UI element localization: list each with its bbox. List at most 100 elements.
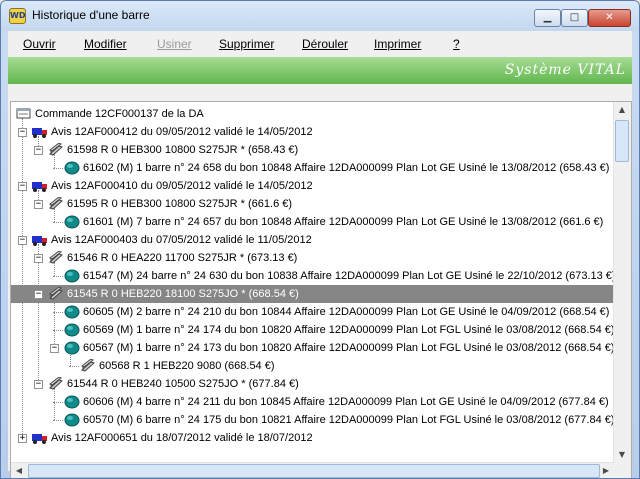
- tree-row-label: 60605 (M) 2 barre n° 24 210 du bon 10844…: [83, 306, 610, 318]
- collapse-icon[interactable]: −: [34, 146, 43, 155]
- collapse-icon[interactable]: −: [50, 344, 59, 353]
- tree-row[interactable]: 61602 (M) 1 barre n° 24 658 du bon 10848…: [11, 159, 615, 177]
- maximize-button[interactable]: □: [561, 9, 588, 27]
- beam-icon: [48, 142, 64, 157]
- brand-banner: Système VITAL: [8, 57, 632, 84]
- expand-icon[interactable]: +: [18, 434, 27, 443]
- tree-row-label: 60606 (M) 4 barre n° 24 211 du bon 10845…: [83, 396, 609, 408]
- tree-row[interactable]: 60570 (M) 6 barre n° 24 175 du bon 10821…: [11, 411, 615, 429]
- vertical-scrollbar[interactable]: ▲ ▼: [613, 102, 631, 463]
- menu-imprimer[interactable]: Imprimer: [374, 37, 421, 51]
- tree-row-label: 61601 (M) 7 barre n° 24 657 du bon 10848…: [83, 216, 604, 228]
- vertical-scroll-thumb[interactable]: [615, 120, 629, 162]
- tree-body: Commande 12CF000137 de la DA − Avis 12AF00…: [11, 102, 616, 462]
- collapse-icon[interactable]: −: [18, 182, 27, 191]
- tree-row-label: Avis 12AF000403 du 07/05/2012 validé le …: [51, 234, 312, 246]
- tree-row-label: 60568 R 1 HEB220 9080 (668.54 €): [99, 360, 275, 372]
- tree-connector: [53, 222, 63, 223]
- disk-icon: [64, 323, 80, 337]
- scroll-left-icon[interactable]: ◀: [11, 463, 27, 478]
- tree-row-label: 61546 R 0 HEA220 11700 S275JR * (673.13 …: [67, 252, 298, 264]
- collapse-icon[interactable]: −: [34, 200, 43, 209]
- disk-icon: [64, 413, 80, 427]
- tree-row[interactable]: − 61595 R 0 HEB300 10800 S275JR * (661.6 …: [11, 195, 615, 213]
- close-button[interactable]: ✕: [588, 9, 631, 27]
- tree-row[interactable]: − 60567 (M) 1 barre n° 24 173 du bon 1082…: [11, 339, 615, 357]
- tree-row-label: 61595 R 0 HEB300 10800 S275JR * (661.6 €…: [67, 198, 293, 210]
- menu-supprimer[interactable]: Supprimer: [219, 37, 274, 51]
- tree-connector: [53, 312, 63, 313]
- tree-row-label: Commande 12CF000137 de la DA: [35, 108, 204, 120]
- menu-usiner[interactable]: Usiner: [157, 37, 192, 51]
- tree-row[interactable]: − Avis 12AF000410 du 09/05/2012 validé le…: [11, 177, 615, 195]
- command-icon: [16, 107, 32, 121]
- tree-row-label: 60569 (M) 1 barre n° 24 174 du bon 10820…: [83, 324, 615, 336]
- tree-connector: [53, 168, 63, 169]
- tree-row[interactable]: + Avis 12AF000651 du 18/07/2012 validé le…: [11, 429, 615, 447]
- menu-derouler[interactable]: Dérouler: [302, 37, 348, 51]
- menu-modifier[interactable]: Modifier: [84, 37, 127, 51]
- beam-icon: [48, 286, 64, 301]
- banner-title: Système VITAL: [504, 62, 626, 78]
- menu-help[interactable]: ?: [453, 37, 460, 51]
- tree-row-label: 60567 (M) 1 barre n° 24 173 du bon 10820…: [83, 342, 615, 354]
- horizontal-scroll-thumb[interactable]: [28, 464, 600, 478]
- tree-connector: [69, 366, 79, 367]
- tree-connector: [53, 276, 63, 277]
- truck-icon: [32, 233, 48, 247]
- scroll-down-icon[interactable]: ▼: [614, 447, 630, 463]
- title-bar[interactable]: WD Historique d'une barre ▁ □ ✕: [1, 1, 639, 31]
- tree-row[interactable]: 60569 (M) 1 barre n° 24 174 du bon 10820…: [11, 321, 615, 339]
- tree-row[interactable]: 60606 (M) 4 barre n° 24 211 du bon 10845…: [11, 393, 615, 411]
- tree-row-label: Avis 12AF000651 du 18/07/2012 validé le …: [51, 432, 313, 444]
- disk-icon: [64, 341, 80, 355]
- tree-row[interactable]: Commande 12CF000137 de la DA: [11, 105, 615, 123]
- scroll-up-icon[interactable]: ▲: [614, 102, 630, 118]
- collapse-icon[interactable]: −: [34, 380, 43, 389]
- collapse-icon[interactable]: −: [18, 236, 27, 245]
- tree-row[interactable]: − 61544 R 0 HEB240 10500 S275JO * (677.84…: [11, 375, 615, 393]
- tree-row[interactable]: − 61546 R 0 HEA220 11700 S275JR * (673.13…: [11, 249, 615, 267]
- tree-row-label: 60570 (M) 6 barre n° 24 175 du bon 10821…: [83, 414, 615, 426]
- collapse-icon[interactable]: −: [18, 128, 27, 137]
- history-tree[interactable]: Commande 12CF000137 de la DA − Avis 12AF00…: [10, 101, 632, 478]
- collapse-icon[interactable]: −: [34, 254, 43, 263]
- window-client-area: Ouvrir Modifier Usiner Supprimer Déroule…: [8, 31, 632, 478]
- disk-icon: [64, 395, 80, 409]
- disk-icon: [64, 215, 80, 229]
- menu-bar: Ouvrir Modifier Usiner Supprimer Déroule…: [8, 31, 632, 57]
- tree-row[interactable]: 61601 (M) 7 barre n° 24 657 du bon 10848…: [11, 213, 615, 231]
- tree-row-label: 61545 R 0 HEB220 18100 S275JO * (668.54 …: [67, 288, 299, 300]
- scroll-right-icon[interactable]: ▶: [598, 463, 614, 478]
- tree-row-selected[interactable]: − 61545 R 0 HEB220 18100 S275JO * (668.54…: [11, 285, 615, 303]
- disk-icon: [64, 161, 80, 175]
- tree-connector: [53, 330, 63, 331]
- menu-ouvrir[interactable]: Ouvrir: [23, 37, 56, 51]
- beam-icon: [80, 358, 96, 373]
- tree-row[interactable]: − 61598 R 0 HEB300 10800 S275JR * (658.43…: [11, 141, 615, 159]
- collapse-icon[interactable]: −: [34, 290, 43, 299]
- horizontal-scrollbar[interactable]: ◀ ▶: [11, 462, 614, 478]
- tree-connector: [53, 420, 63, 421]
- tree-row[interactable]: − Avis 12AF000412 du 09/05/2012 validé le…: [11, 123, 615, 141]
- scrollbar-corner: [614, 463, 631, 478]
- application-window: WD Historique d'une barre ▁ □ ✕ Ouvrir M…: [0, 0, 640, 479]
- minimize-button[interactable]: ▁: [534, 9, 561, 27]
- tree-connector: [53, 402, 63, 403]
- tree-row-label: 61544 R 0 HEB240 10500 S275JO * (677.84 …: [67, 378, 299, 390]
- tree-row-label: Avis 12AF000410 du 09/05/2012 validé le …: [51, 180, 313, 192]
- tree-row[interactable]: 60605 (M) 2 barre n° 24 210 du bon 10844…: [11, 303, 615, 321]
- beam-icon: [48, 250, 64, 265]
- tree-row-label: 61602 (M) 1 barre n° 24 658 du bon 10848…: [83, 162, 610, 174]
- beam-icon: [48, 196, 64, 211]
- tree-row[interactable]: 61547 (M) 24 barre n° 24 630 du bon 1083…: [11, 267, 616, 285]
- truck-icon: [32, 125, 48, 139]
- tree-row-label: 61547 (M) 24 barre n° 24 630 du bon 1083…: [83, 270, 616, 282]
- tree-row-label: 61598 R 0 HEB300 10800 S275JR * (658.43 …: [67, 144, 299, 156]
- tree-row[interactable]: 60568 R 1 HEB220 9080 (668.54 €): [11, 357, 615, 375]
- tree-row[interactable]: − Avis 12AF000403 du 07/05/2012 validé le…: [11, 231, 615, 249]
- truck-icon: [32, 179, 48, 193]
- disk-icon: [64, 305, 80, 319]
- app-icon: WD: [9, 8, 26, 24]
- tree-row-label: Avis 12AF000412 du 09/05/2012 validé le …: [51, 126, 313, 138]
